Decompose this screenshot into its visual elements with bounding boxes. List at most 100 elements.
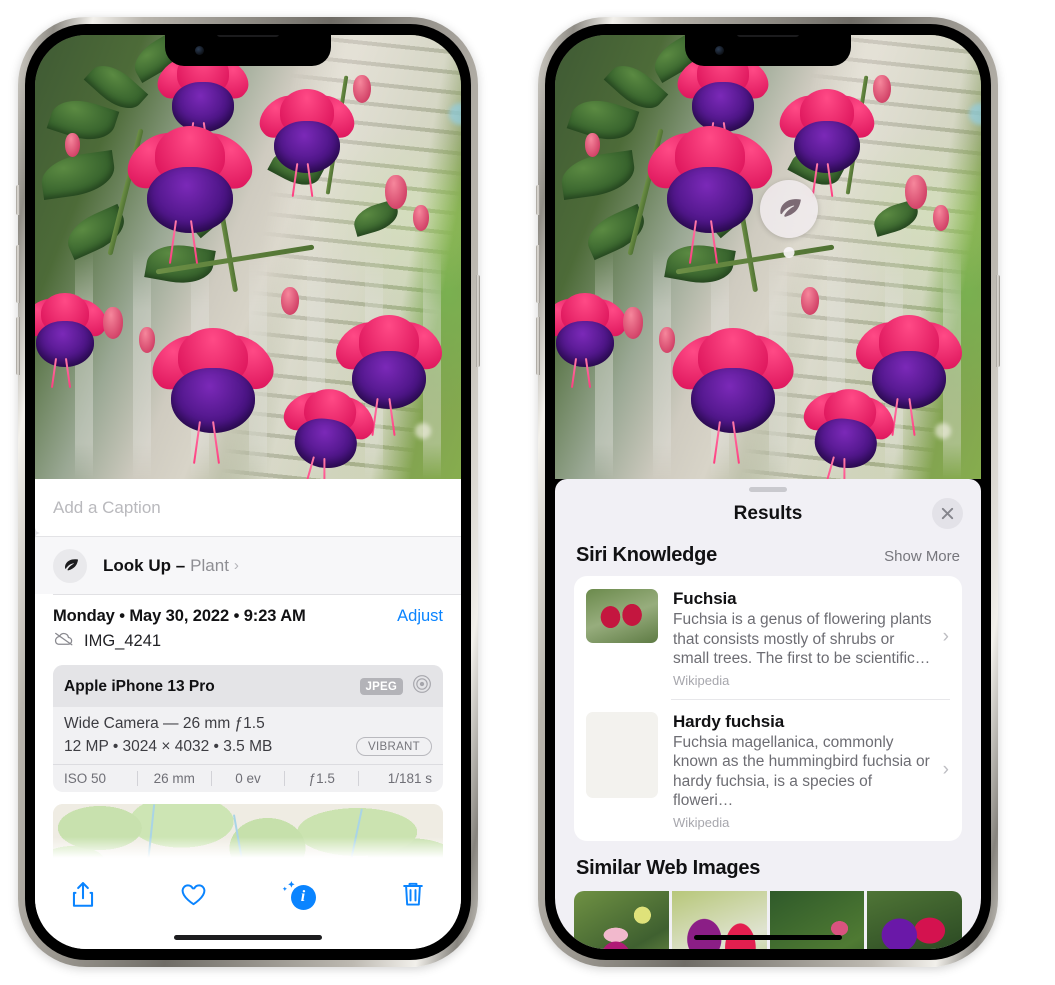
stat-exposure: 0 ev xyxy=(235,771,261,786)
adjust-date-button[interactable]: Adjust xyxy=(397,607,443,626)
front-camera xyxy=(195,46,204,55)
exif-card[interactable]: Apple iPhone 13 Pro JPEG Wide Camera — 2… xyxy=(53,665,443,792)
camera-device-name: Apple iPhone 13 Pro xyxy=(64,677,215,695)
bokeh-highlight xyxy=(935,423,951,439)
stat-shutter: 1/181 s xyxy=(387,771,432,786)
flower-bud xyxy=(139,327,155,353)
leaf-icon xyxy=(53,548,87,583)
flower-bud xyxy=(281,287,299,315)
result-thumbnail xyxy=(586,711,658,798)
icloud-slash-icon xyxy=(53,631,75,652)
close-icon xyxy=(941,507,954,520)
volume-up-button[interactable] xyxy=(536,245,540,303)
stat-aperture: ƒ1.5 xyxy=(308,771,335,786)
share-icon xyxy=(70,881,96,914)
show-more-button[interactable]: Show More xyxy=(884,548,960,565)
silence-switch[interactable] xyxy=(536,185,540,215)
favorite-button[interactable] xyxy=(169,877,217,917)
flower-bud xyxy=(413,205,429,231)
flower-bud xyxy=(103,307,123,339)
filename-row: IMG_4241 xyxy=(53,631,443,652)
fuchsia-blossom-primary xyxy=(118,122,262,264)
look-up-label: Look Up – xyxy=(103,555,186,575)
close-button[interactable] xyxy=(932,498,963,529)
similar-web-images-header: Similar Web Images xyxy=(555,841,981,889)
sheet-header: Results xyxy=(555,492,981,536)
flower-bud xyxy=(623,307,643,339)
fuchsia-blossom xyxy=(35,291,114,388)
flower-bud xyxy=(659,327,675,353)
volume-down-button[interactable] xyxy=(536,317,540,375)
power-button[interactable] xyxy=(476,275,480,367)
sparkles-icon xyxy=(282,881,297,901)
bokeh-highlight xyxy=(415,423,431,439)
home-indicator[interactable] xyxy=(694,935,842,940)
leaf-icon xyxy=(780,199,801,217)
flower-bud xyxy=(933,205,949,231)
exif-header: Apple iPhone 13 Pro JPEG xyxy=(53,665,443,707)
volume-up-button[interactable] xyxy=(16,245,20,303)
exif-body: Wide Camera — 26 mm ƒ1.5 12 MP • 3024 × … xyxy=(53,707,443,764)
web-image-thumbnail[interactable] xyxy=(867,890,962,949)
sheet-title: Results xyxy=(733,503,803,524)
result-title: Hardy fuchsia xyxy=(673,711,785,731)
volume-down-button[interactable] xyxy=(16,317,20,375)
badge-anchor-dot xyxy=(783,247,795,258)
stat-iso: ISO 50 xyxy=(64,771,107,786)
fuchsia-blossom xyxy=(662,324,804,464)
flower-bud xyxy=(585,133,600,157)
image-specs: 12 MP • 3024 × 4032 • 3.5 MB xyxy=(64,737,273,755)
flower-bud xyxy=(905,175,927,209)
home-indicator[interactable] xyxy=(174,935,322,940)
visual-lookup-badge[interactable] xyxy=(760,180,818,258)
panel-scroll-fade xyxy=(35,837,461,863)
file-format-badge: JPEG xyxy=(359,678,403,695)
siri-knowledge-card: Fuchsia Fuchsia is a genus of flowering … xyxy=(574,576,962,841)
caption-input[interactable]: Add a Caption xyxy=(53,498,161,518)
knowledge-row[interactable]: Hardy fuchsia Fuchsia magellanica, commo… xyxy=(574,698,962,841)
lens-info: Wide Camera — 26 mm ƒ1.5 xyxy=(64,715,265,732)
iphone-left-device: Add a Caption Look Up – Plant › Monday •… xyxy=(16,17,480,967)
iphone-right-device: Results Siri Knowledge Show More Fuchsia… xyxy=(536,17,1000,967)
results-sheet: Results Siri Knowledge Show More Fuchsia… xyxy=(555,479,981,949)
device-bezel: Add a Caption Look Up – Plant › Monday •… xyxy=(25,24,471,960)
trash-icon xyxy=(401,881,425,913)
photo-viewer[interactable] xyxy=(35,35,461,479)
knowledge-row[interactable]: Fuchsia Fuchsia is a genus of flowering … xyxy=(574,576,962,699)
flower-bud xyxy=(385,175,407,209)
siri-knowledge-header: Siri Knowledge Show More xyxy=(555,536,981,576)
look-up-value: Plant xyxy=(190,555,229,575)
device-bezel: Results Siri Knowledge Show More Fuchsia… xyxy=(545,24,991,960)
aperture-icon xyxy=(412,674,432,699)
fuchsia-blossom xyxy=(275,381,382,479)
share-button[interactable] xyxy=(59,877,107,917)
fuchsia-blossom xyxy=(555,291,634,388)
info-button[interactable]: i xyxy=(279,877,327,917)
fuchsia-blossom xyxy=(795,381,902,479)
delete-button[interactable] xyxy=(389,877,437,917)
power-button[interactable] xyxy=(996,275,1000,367)
earpiece-speaker xyxy=(217,35,279,37)
front-camera xyxy=(715,46,724,55)
photo-info-panel: Add a Caption Look Up – Plant › Monday •… xyxy=(35,479,461,949)
chevron-right-icon: › xyxy=(942,626,949,648)
result-description: Fuchsia is a genus of flowering plants t… xyxy=(673,611,932,668)
web-image-thumbnail[interactable] xyxy=(671,890,767,949)
result-source: Wikipedia xyxy=(673,672,730,688)
similar-web-images-title: Similar Web Images xyxy=(576,856,761,879)
photo-viewer[interactable] xyxy=(555,35,981,479)
device-notch xyxy=(685,35,851,66)
result-description: Fuchsia magellanica, commonly known as t… xyxy=(673,733,930,810)
web-image-thumbnail[interactable] xyxy=(574,890,669,949)
screenshot-stage: Add a Caption Look Up – Plant › Monday •… xyxy=(0,0,1055,985)
flower-bud xyxy=(65,133,80,157)
caption-row[interactable]: Add a Caption xyxy=(35,479,461,537)
look-up-row[interactable]: Look Up – Plant › xyxy=(35,528,461,594)
device-notch xyxy=(165,35,331,66)
fuchsia-blossom xyxy=(142,324,284,464)
web-image-thumbnail[interactable] xyxy=(769,890,865,949)
silence-switch[interactable] xyxy=(16,185,20,215)
photo-metadata-block: Monday • May 30, 2022 • 9:23 AM Adjust I… xyxy=(35,594,461,652)
exif-stats-row: ISO 50 26 mm 0 ev ƒ1.5 1/181 s xyxy=(53,764,443,792)
earpiece-speaker xyxy=(737,35,799,37)
